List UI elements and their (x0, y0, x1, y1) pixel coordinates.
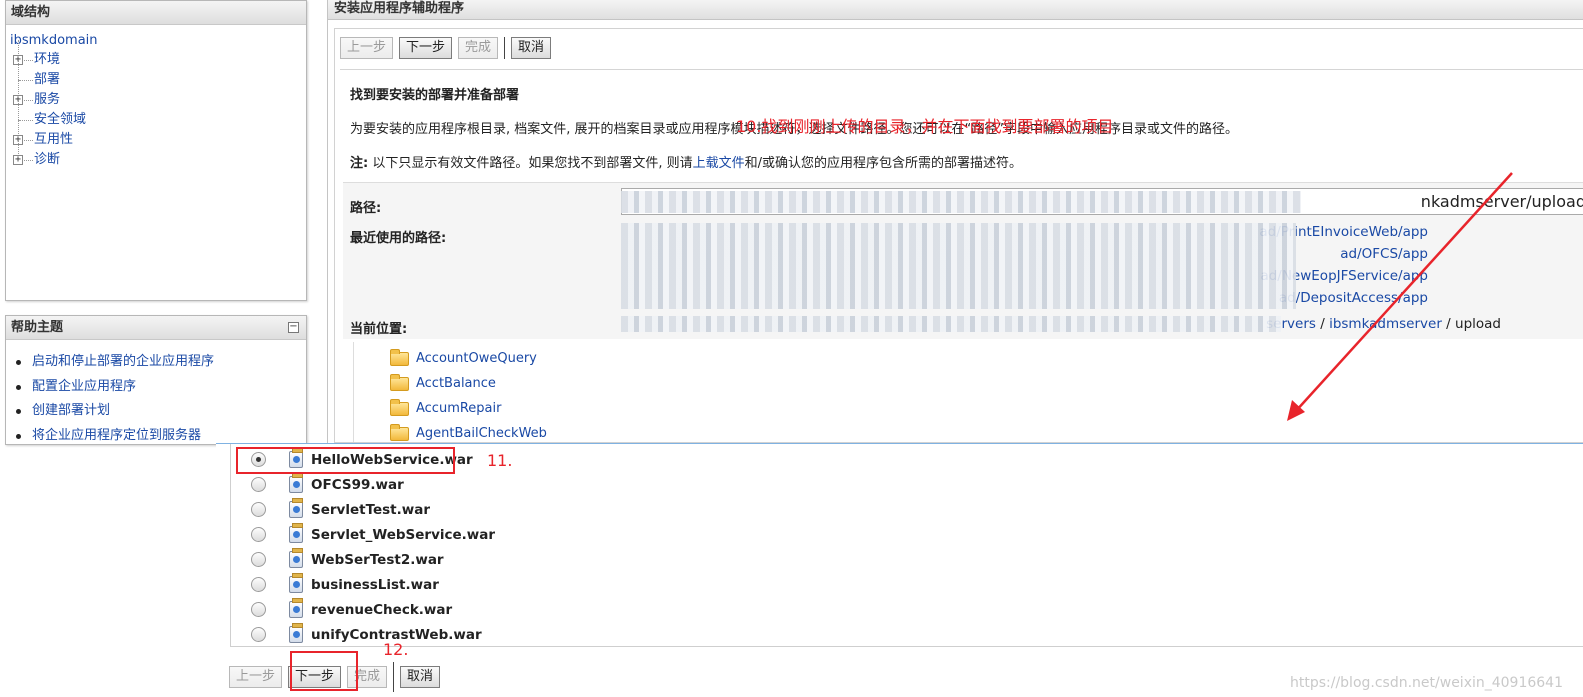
highlight-next-button (290, 651, 358, 691)
war-file-icon (289, 498, 303, 518)
help-link[interactable]: 启动和停止部署的企业应用程序 (14, 350, 306, 375)
cancel-button[interactable]: 取消 (400, 666, 441, 688)
redacted-region (621, 223, 1296, 309)
annotation-step-10: 10.找到刚刚上传的目录，并在下面找到要部署的项目 (736, 117, 1114, 136)
tree-item-environment[interactable]: + 环境 (10, 40, 306, 70)
current-location-label: 当前位置: (350, 322, 408, 337)
cancel-button[interactable]: 取消 (511, 37, 552, 59)
tree-item-label: 服务 (34, 92, 61, 107)
expand-icon[interactable]: + (13, 155, 23, 165)
folder-icon (390, 374, 409, 391)
note-text: 注: 以下只显示有效文件路径。如果您找不到部署文件, 则请上载文件和/或确认您的… (350, 156, 1023, 171)
war-radio[interactable] (251, 527, 266, 542)
annotation-step-12: 12. (383, 640, 409, 659)
finish-button[interactable]: 完成 (458, 37, 499, 59)
domain-structure-panel: 域结构 ibsmkdomain + 环境 部署 + 服务 安全领域 + 互用性 … (5, 0, 307, 301)
folder-item[interactable]: AgentBailCheckWeb (390, 423, 547, 443)
path-label: 路径: (350, 201, 382, 216)
wizard-top-buttons: 上一步 下一步 完成 取消 (340, 37, 557, 59)
help-link[interactable]: 将企业应用程序定位到服务器 (14, 424, 306, 445)
redacted-region (621, 191, 1301, 213)
note-label: 注: (350, 156, 369, 171)
tree-item-label: 部署 (34, 72, 61, 87)
war-radio[interactable] (251, 502, 266, 517)
collapse-icon[interactable]: − (288, 322, 299, 333)
folder-icon (390, 349, 409, 366)
folder-item[interactable]: AccountOweQuery (390, 348, 537, 370)
domain-tree: ibsmkdomain + 环境 部署 + 服务 安全领域 + 互用性 + 诊断 (6, 25, 306, 170)
annotation-step-11: 11. (487, 451, 513, 470)
war-file-icon (289, 473, 303, 493)
folder-icon (390, 399, 409, 416)
domain-structure-title: 域结构 (6, 1, 306, 25)
watermark: https://blog.csdn.net/weixin_40916641 (1289, 675, 1563, 691)
war-file-icon (289, 598, 303, 618)
upload-files-link[interactable]: 上载文件 (693, 156, 745, 171)
breadcrumb-server[interactable]: ibsmkadmserver (1329, 316, 1442, 332)
war-radio[interactable] (251, 627, 266, 642)
help-link[interactable]: 创建部署计划 (14, 399, 306, 424)
folder-item[interactable]: AcctBalance (390, 373, 496, 395)
wizard-body: 上一步 下一步 完成 取消 找到要安装的部署并准备部署 为要安装的应用程序根目录, 档… (334, 28, 1583, 443)
recent-paths-label: 最近使用的路径: (350, 231, 447, 246)
help-topics-panel: 帮助主题 − 启动和停止部署的企业应用程序 配置企业应用程序 创建部署计划 将企… (5, 315, 307, 445)
help-topics-title: 帮助主题 (6, 316, 306, 340)
wizard-title: 安装应用程序辅助程序 (328, 0, 1583, 20)
war-radio[interactable] (251, 602, 266, 617)
folder-list: AccountOweQuery AcctBalance AccumRepair … (353, 342, 1583, 442)
highlight-selected-war (236, 447, 455, 474)
tree-item-label: 环境 (34, 52, 61, 67)
breadcrumb-current: upload (1455, 316, 1501, 332)
path-area: 路径: 最近使用的路径: 当前位置: nkadmserver/upload ad… (343, 182, 1583, 339)
tree-item-label: 诊断 (34, 152, 61, 167)
war-file-icon (289, 523, 303, 543)
war-file-icon (289, 573, 303, 593)
folder-icon (390, 424, 409, 441)
war-file-list: HelloWebService.war OFCS99.war ServletTe… (230, 444, 1583, 647)
back-button[interactable]: 上一步 (340, 37, 394, 59)
install-wizard-panel: 安装应用程序辅助程序 上一步 下一步 完成 取消 找到要安装的部署并准备部署 为要安装… (327, 0, 1583, 443)
war-radio[interactable] (251, 477, 266, 492)
war-radio[interactable] (251, 552, 266, 567)
domain-tree-root[interactable]: ibsmkdomain (10, 31, 306, 50)
help-topics-list: 启动和停止部署的企业应用程序 配置企业应用程序 创建部署计划 将企业应用程序定位… (6, 340, 306, 445)
war-file-section: HelloWebService.war OFCS99.war ServletTe… (216, 443, 1583, 697)
tree-item-diagnostics[interactable]: + 诊断 (10, 140, 306, 170)
tree-item-label: 安全领域 (34, 112, 87, 127)
tree-item-label: 互用性 (34, 132, 74, 147)
help-link[interactable]: 配置企业应用程序 (14, 375, 306, 400)
tree-item-services[interactable]: + 服务 (10, 80, 306, 110)
tree-item-interoperability[interactable]: + 互用性 (10, 120, 306, 150)
war-radio[interactable] (251, 577, 266, 592)
tree-item-security-realms[interactable]: 安全领域 (10, 100, 306, 130)
next-button[interactable]: 下一步 (399, 37, 453, 59)
tree-item-deployments[interactable]: 部署 (10, 60, 306, 90)
folder-item[interactable]: AccumRepair (390, 398, 501, 420)
back-button[interactable]: 上一步 (229, 666, 283, 688)
war-file-icon (289, 548, 303, 568)
war-file-icon (289, 623, 303, 643)
section-title: 找到要安装的部署并准备部署 (350, 88, 520, 103)
redacted-region (621, 316, 1281, 332)
